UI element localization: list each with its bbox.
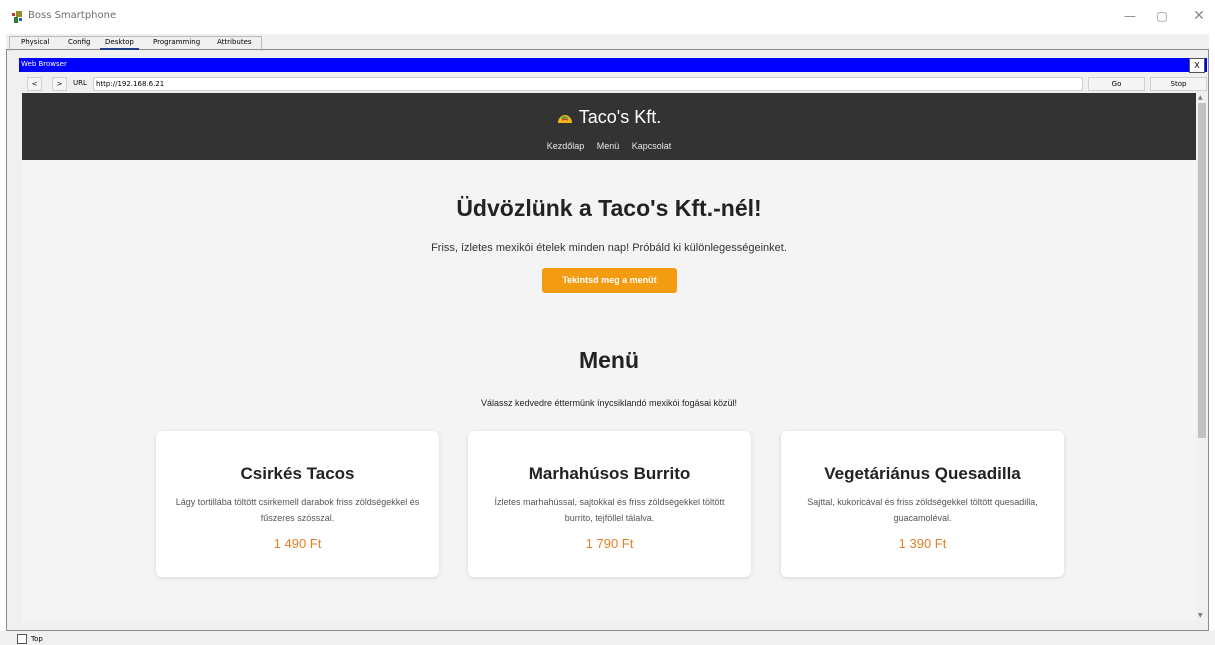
window-titlebar (0, 0, 1215, 34)
web-browser-close-button[interactable]: X (1189, 58, 1205, 73)
maximize-button[interactable]: ▢ (1150, 6, 1174, 26)
taco-icon (557, 108, 573, 123)
menu-item-name: Vegetáriánus Quesadilla (824, 464, 1021, 483)
tab-config[interactable]: Config (63, 36, 95, 50)
minimize-button[interactable]: — (1118, 6, 1142, 26)
app-icon (11, 9, 25, 23)
brand-name: Taco's Kft. (578, 107, 662, 127)
menu-card: Vegetáriánus Quesadilla Sajttal, kukoric… (781, 431, 1064, 577)
tab-programming[interactable]: Programming (148, 36, 205, 50)
tab-attributes[interactable]: Attributes (212, 36, 257, 50)
tab-physical[interactable]: Physical (16, 36, 54, 50)
hero-subtitle: Friss, ízletes mexikói ételek minden nap… (431, 242, 787, 254)
menu-item-description: Ízletes marhahússal, sajtokkal és friss … (494, 497, 725, 523)
web-browser-title: Web Browser (21, 60, 67, 68)
site-logo[interactable]: Taco's Kft. (22, 107, 1196, 128)
go-button[interactable]: Go (1088, 77, 1145, 91)
scrollbar-thumb[interactable] (1198, 103, 1206, 438)
menu-title: Menü (578, 347, 640, 373)
menu-item-price: 1 790 Ft (585, 536, 634, 551)
view-menu-button[interactable]: Tekintsd meg a menüt (542, 268, 677, 293)
forward-button[interactable]: > (52, 77, 67, 91)
site-nav: Kezdőlap Menü Kapcsolat (22, 141, 1196, 151)
tab-desktop[interactable]: Desktop (100, 36, 139, 50)
menu-card: Marhahúsos Burrito Ízletes marhahússal, … (468, 431, 751, 577)
site-header: Taco's Kft. Kezdőlap Menü Kapcsolat (22, 93, 1196, 160)
close-window-button[interactable]: ✕ (1187, 6, 1211, 26)
menu-subtitle: Válassz kedvedre éttermünk ínycsiklandó … (480, 398, 738, 408)
url-input[interactable]: http://192.168.6.21 (93, 77, 1083, 91)
menu-item-price: 1 490 Ft (273, 536, 322, 551)
status-bar (0, 631, 1215, 645)
back-button[interactable]: < (27, 77, 42, 91)
scroll-up-icon[interactable]: ▲ (1198, 94, 1203, 101)
browser-viewport: Taco's Kft. Kezdőlap Menü Kapcsolat Üdvö… (22, 93, 1196, 621)
hero-title: Üdvözlünk a Taco's Kft.-nél! (456, 195, 762, 221)
menu-item-name: Csirkés Tacos (240, 464, 355, 483)
menu-item-price: 1 390 Ft (898, 536, 947, 551)
url-label: URL (73, 79, 87, 87)
menu-card: Csirkés Tacos Lágy tortillába töltött cs… (156, 431, 439, 577)
stop-button[interactable]: Stop (1150, 77, 1207, 91)
web-browser-header (19, 58, 1207, 72)
nav-link-menu[interactable]: Menü (597, 141, 620, 151)
nav-link-contact[interactable]: Kapcsolat (632, 141, 672, 151)
nav-link-home[interactable]: Kezdőlap (547, 141, 585, 151)
top-checkbox[interactable] (17, 634, 27, 644)
window-title: Boss Smartphone (28, 10, 117, 21)
menu-item-name: Marhahúsos Burrito (528, 464, 691, 483)
menu-item-description: Sajttal, kukoricával és friss zöldségekk… (807, 497, 1038, 523)
top-checkbox-label: Top (31, 635, 43, 643)
menu-item-description: Lágy tortillába töltött csirkemell darab… (175, 497, 420, 523)
scroll-down-icon[interactable]: ▼ (1198, 612, 1203, 619)
